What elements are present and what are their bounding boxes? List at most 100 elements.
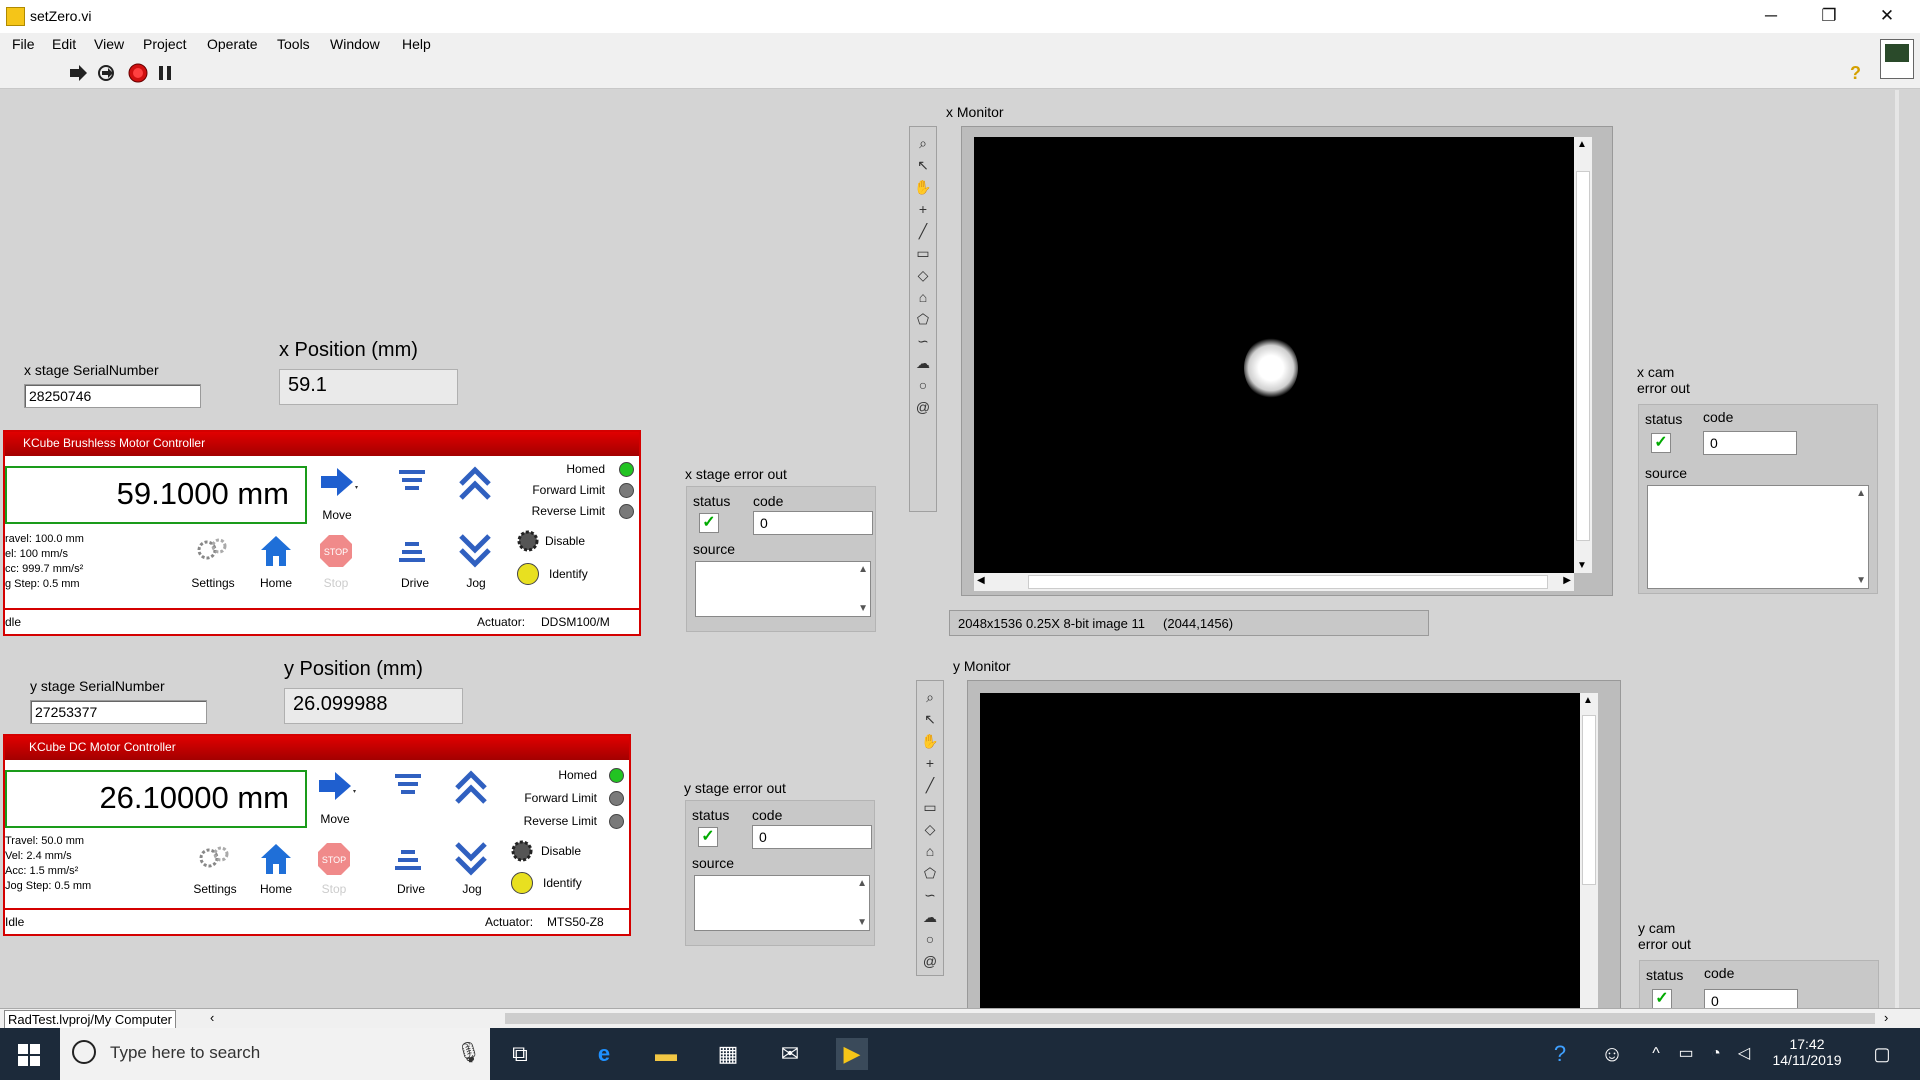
y-error-source-field[interactable]: ▲ ▼: [694, 875, 870, 931]
menu-tools[interactable]: Tools: [277, 36, 310, 52]
run-icon[interactable]: [68, 63, 88, 83]
y-settings-label[interactable]: Settings: [187, 882, 243, 896]
x-identify-label[interactable]: Identify: [549, 567, 588, 581]
close-button[interactable]: ✕: [1858, 0, 1916, 33]
run-continuously-icon[interactable]: [96, 63, 116, 83]
x-disable-label[interactable]: Disable: [545, 534, 585, 548]
polygon-icon[interactable]: ⬠: [913, 309, 933, 329]
volume-icon[interactable]: ◁: [1728, 1038, 1760, 1070]
taskbar-clock[interactable]: 17:42 14/11/2019: [1772, 1036, 1842, 1068]
menu-edit[interactable]: Edit: [52, 36, 76, 52]
polygon-icon[interactable]: ⬠: [920, 863, 940, 883]
y-home-icon[interactable]: [259, 842, 293, 876]
y-stop-icon[interactable]: STOP: [317, 842, 351, 876]
zoom-icon[interactable]: ⌕: [920, 687, 940, 707]
spiral-icon[interactable]: @: [913, 397, 933, 417]
help-tray-icon[interactable]: ?: [1544, 1038, 1576, 1070]
mail-icon[interactable]: ✉: [774, 1038, 806, 1070]
y-stop-label[interactable]: Stop: [313, 882, 355, 896]
y-serial-input[interactable]: 27253377: [30, 700, 207, 724]
x-error-source-field[interactable]: ▲ ▼: [695, 561, 871, 617]
x-stop-label[interactable]: Stop: [315, 576, 357, 590]
task-view-icon[interactable]: ⧉: [504, 1038, 536, 1070]
menu-file[interactable]: File: [12, 36, 35, 52]
context-help-icon[interactable]: ?: [1850, 63, 1861, 84]
tray-chevron-icon[interactable]: ^: [1640, 1038, 1672, 1070]
y-monitor-vscrollbar[interactable]: ▲: [1580, 693, 1598, 1008]
x-jog-down-icon[interactable]: [457, 534, 493, 568]
menu-view[interactable]: View: [94, 36, 124, 52]
zoom-icon[interactable]: ⌕: [913, 133, 933, 153]
spiral-icon[interactable]: @: [920, 951, 940, 971]
x-drive-label[interactable]: Drive: [385, 576, 445, 590]
people-icon[interactable]: ☺: [1596, 1038, 1628, 1070]
file-explorer-icon[interactable]: ▬: [650, 1038, 682, 1070]
menu-project[interactable]: Project: [143, 36, 187, 52]
pan-icon[interactable]: ✋: [913, 177, 933, 197]
y-disable-label[interactable]: Disable: [541, 844, 581, 858]
y-drive-up-icon[interactable]: [393, 770, 423, 804]
point-icon[interactable]: +: [913, 199, 933, 219]
windows-start-icon[interactable]: [18, 1044, 40, 1066]
y-jog-up-icon[interactable]: [453, 770, 489, 804]
oval-icon[interactable]: ○: [913, 375, 933, 395]
annulus-icon[interactable]: ⌂: [920, 841, 940, 861]
x-monitor-display[interactable]: ▲ ▼ ◀ ▶: [961, 126, 1613, 596]
rectangle-icon[interactable]: ▭: [920, 797, 940, 817]
y-monitor-display[interactable]: ▲: [967, 680, 1621, 1008]
x-serial-input[interactable]: 28250746: [24, 384, 201, 408]
pointer-icon[interactable]: ↖: [913, 155, 933, 175]
x-home-label[interactable]: Home: [255, 576, 297, 590]
y-monitor-image[interactable]: [980, 693, 1580, 1008]
y-drive-down-icon[interactable]: [393, 842, 423, 876]
x-move-label[interactable]: Move: [317, 508, 357, 522]
point-icon[interactable]: +: [920, 753, 940, 773]
freehand-region-icon[interactable]: ☁: [913, 353, 933, 373]
x-move-icon[interactable]: [319, 466, 359, 498]
y-jog-down-icon[interactable]: [453, 842, 489, 876]
line-icon[interactable]: ╱: [920, 775, 940, 795]
pan-icon[interactable]: ✋: [920, 731, 940, 751]
pause-icon[interactable]: [155, 63, 175, 83]
x-cam-code-field[interactable]: 0: [1703, 431, 1797, 455]
battery-icon[interactable]: ▭: [1670, 1038, 1702, 1070]
y-settings-icon[interactable]: [197, 844, 231, 874]
x-monitor-image[interactable]: [974, 137, 1574, 573]
freehand-line-icon[interactable]: ∽: [913, 331, 933, 351]
y-error-code-field[interactable]: 0: [752, 825, 872, 849]
pointer-icon[interactable]: ↖: [920, 709, 940, 729]
x-home-icon[interactable]: [259, 534, 293, 568]
y-disable-icon[interactable]: [511, 840, 533, 862]
rotated-rectangle-icon[interactable]: ◇: [920, 819, 940, 839]
x-drive-down-icon[interactable]: [397, 534, 427, 568]
x-settings-label[interactable]: Settings: [185, 576, 241, 590]
x-stop-icon[interactable]: STOP: [319, 534, 353, 568]
menu-window[interactable]: Window: [330, 36, 380, 52]
x-cam-source-field[interactable]: ▲ ▼: [1647, 485, 1869, 589]
x-jog-up-icon[interactable]: [457, 466, 493, 500]
freehand-line-icon[interactable]: ∽: [920, 885, 940, 905]
panel-hscrollbar[interactable]: [505, 1013, 1875, 1024]
x-error-code-field[interactable]: 0: [753, 511, 873, 535]
scroll-right-icon[interactable]: ›: [1884, 1010, 1888, 1025]
y-cam-code-field[interactable]: 0: [1704, 989, 1798, 1008]
x-monitor-vscrollbar[interactable]: ▲ ▼: [1574, 137, 1592, 573]
rotated-rectangle-icon[interactable]: ◇: [913, 265, 933, 285]
minimize-button[interactable]: ─: [1742, 0, 1800, 33]
restore-button[interactable]: ❐: [1800, 0, 1858, 33]
y-home-label[interactable]: Home: [255, 882, 297, 896]
y-identify-label[interactable]: Identify: [543, 876, 582, 890]
y-move-icon[interactable]: [317, 770, 357, 802]
x-disable-icon[interactable]: [517, 530, 539, 552]
x-monitor-hscrollbar[interactable]: ◀ ▶: [974, 573, 1574, 591]
y-identify-led[interactable]: [511, 872, 533, 894]
freehand-region-icon[interactable]: ☁: [920, 907, 940, 927]
store-icon[interactable]: ▦: [712, 1038, 744, 1070]
x-settings-icon[interactable]: [195, 536, 229, 566]
annulus-icon[interactable]: ⌂: [913, 287, 933, 307]
edge-icon[interactable]: e: [588, 1038, 620, 1070]
y-move-label[interactable]: Move: [315, 812, 355, 826]
menu-help[interactable]: Help: [402, 36, 431, 52]
panel-vscrollbar[interactable]: [1895, 90, 1899, 1008]
oval-icon[interactable]: ○: [920, 929, 940, 949]
